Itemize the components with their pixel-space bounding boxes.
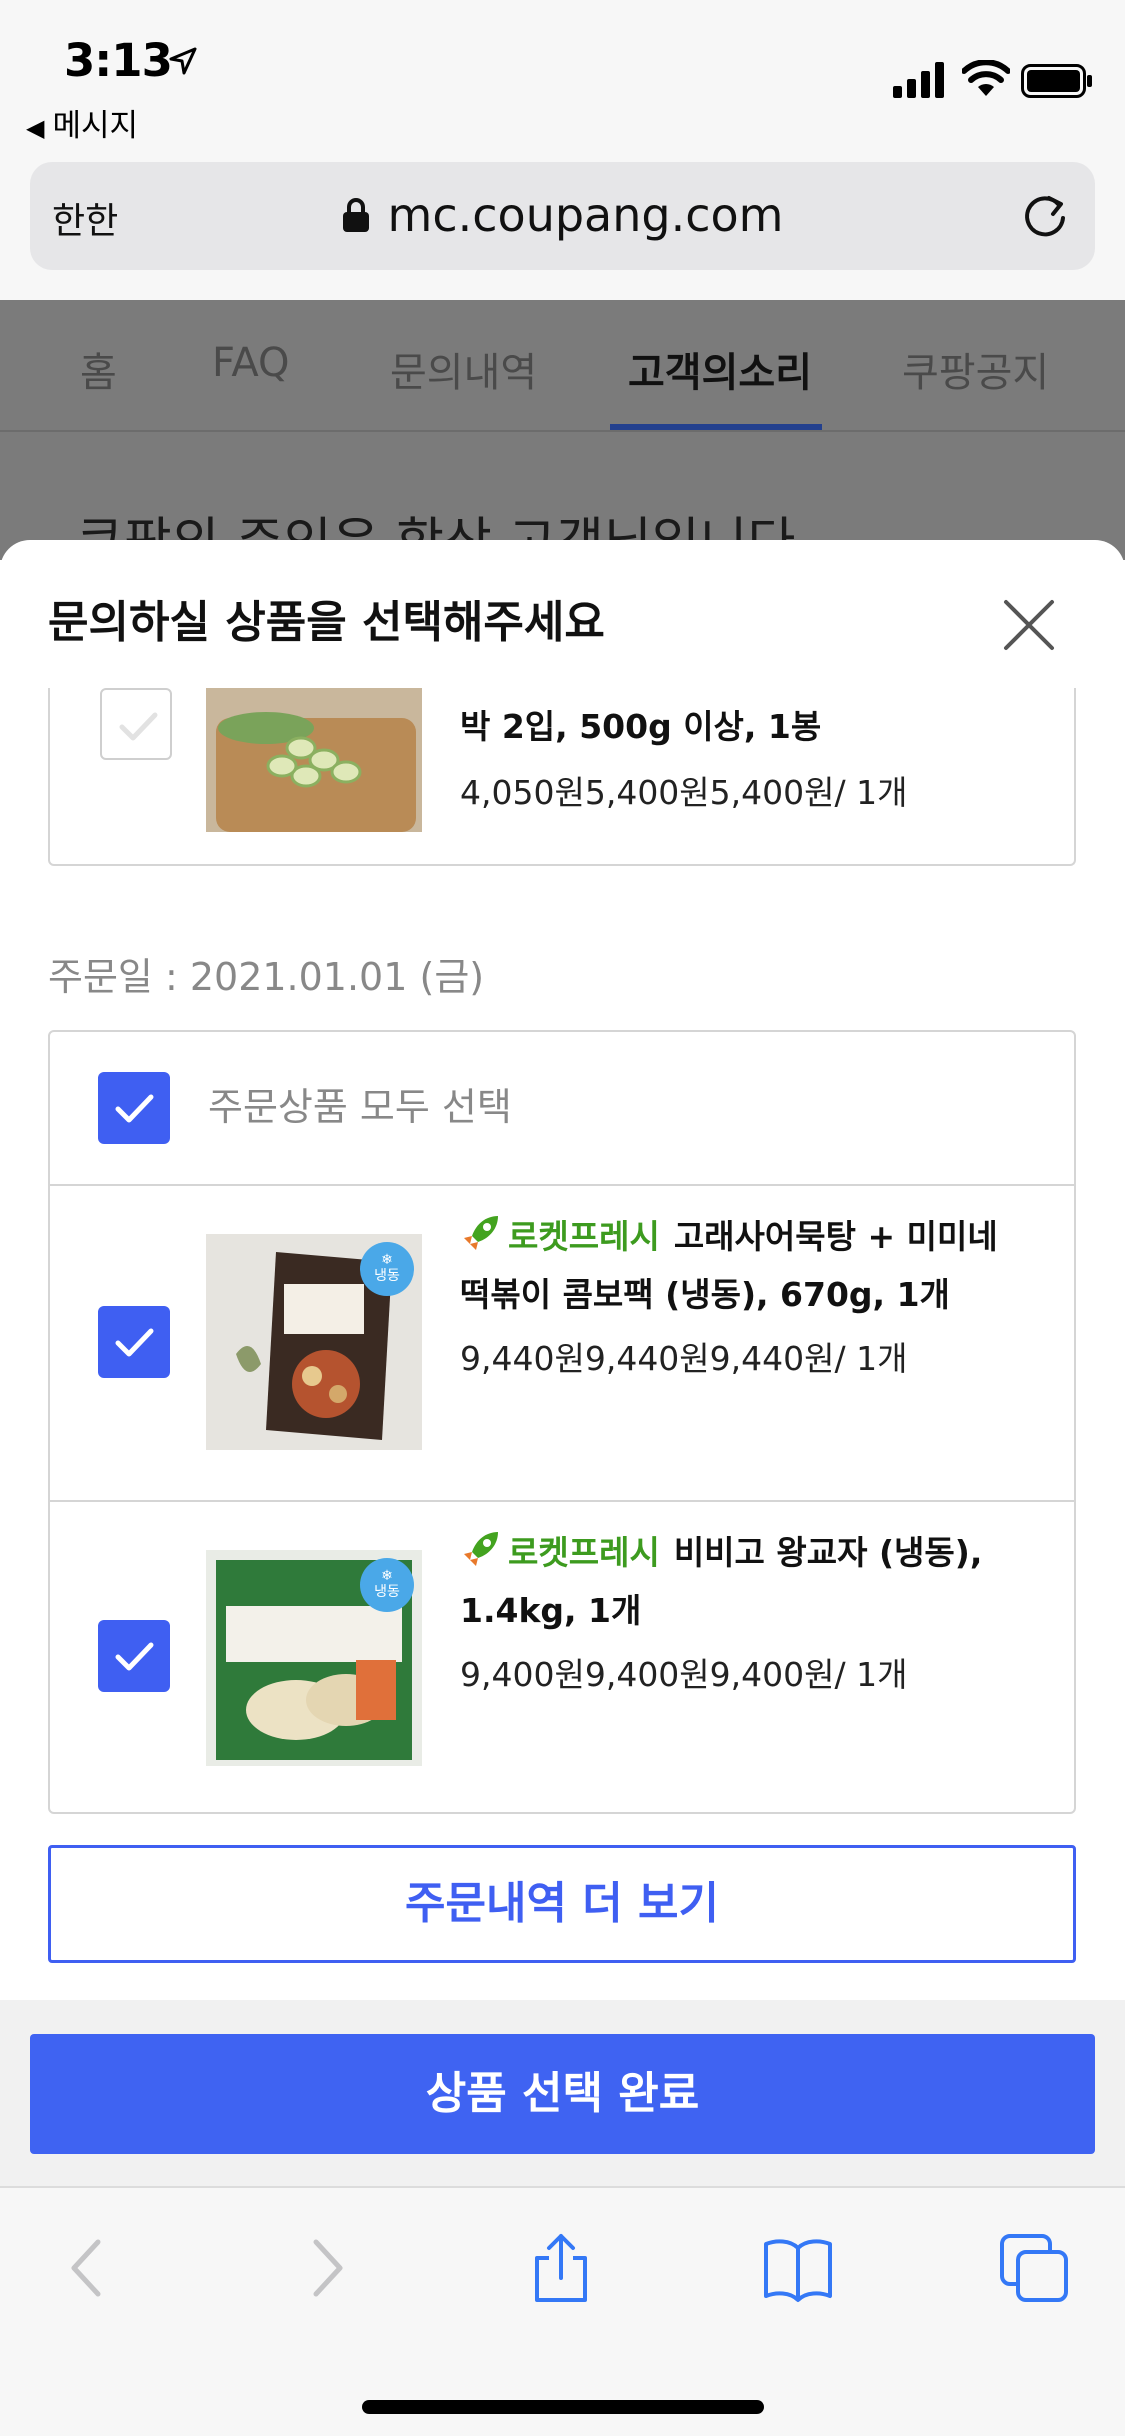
status-bar: 3:13 ◀ 메시지 — [0, 0, 1125, 150]
frozen-badge-label: 냉동 — [374, 1584, 400, 1600]
product-image-dumplings: ❄ 냉동 — [206, 1550, 422, 1766]
close-icon[interactable] — [1002, 598, 1056, 652]
list-item[interactable]: ❄ 냉동 로켓프레시 비비고 왕교자 (냉동), 1.4kg, 1개 9,400원9… — [50, 1502, 1074, 1816]
tab-faq[interactable]: FAQ — [212, 340, 289, 386]
lock-icon — [342, 198, 369, 232]
url-domain: mc.coupang.com — [387, 188, 784, 242]
frozen-badge: ❄ 냉동 — [360, 1558, 414, 1612]
snowflake-icon: ❄ — [381, 1252, 393, 1268]
frozen-badge-label: 냉동 — [374, 1268, 400, 1284]
reload-icon[interactable] — [1019, 190, 1071, 242]
address-bar[interactable]: 한한 mc.coupang.com — [30, 162, 1095, 270]
frozen-badge: ❄ 냉동 — [360, 1242, 414, 1296]
product-price: 9,440원9,440원9,440원/ 1개 — [460, 1339, 908, 1378]
select-all-label: 주문상품 모두 선택 — [208, 1085, 512, 1129]
tab-customer-voice[interactable]: 고객의소리 — [628, 340, 812, 398]
product-name-block: 로켓프레시 비비고 왕교자 (냉동), 1.4kg, 1개 — [460, 1524, 1034, 1640]
home-indicator — [362, 2400, 764, 2414]
select-all-checkbox[interactable] — [98, 1072, 170, 1144]
product-price: 9,400원9,400원9,400원/ 1개 — [460, 1655, 908, 1694]
rocket-icon — [464, 1216, 498, 1250]
forward-icon[interactable] — [290, 2232, 362, 2304]
back-triangle-icon: ◀ — [26, 114, 45, 142]
modal-title: 문의하실 상품을 선택해주세요 — [48, 597, 605, 648]
bookmarks-icon[interactable] — [762, 2232, 834, 2304]
back-app-label: 메시지 — [52, 108, 139, 144]
more-orders-button[interactable]: 주문내역 더 보기 — [48, 1845, 1076, 1963]
rocket-icon — [464, 1532, 498, 1566]
cellular-signal-icon — [893, 62, 944, 98]
address-bar-area: 한한 mc.coupang.com — [0, 150, 1125, 300]
location-arrow-icon — [169, 47, 197, 75]
rocket-fresh-label: 로켓프레시 — [508, 1217, 660, 1256]
item-checkbox[interactable] — [98, 1306, 170, 1378]
check-icon — [115, 1328, 154, 1357]
list-item[interactable]: ❄ 냉동 로켓프레시 고래사어묵탕 + 미미네 떡볶이 콤보팩 (냉동), 670g… — [50, 1186, 1074, 1500]
snowflake-icon: ❄ — [381, 1568, 393, 1584]
product-price: 4,050원5,400원5,400원/ 1개 — [460, 773, 908, 812]
tab-inquiries[interactable]: 문의내역 — [390, 340, 537, 398]
order-date: 주문일 : 2021.01.01 (금) — [48, 955, 485, 999]
check-icon — [115, 1094, 154, 1123]
back-to-app-link[interactable]: ◀ 메시지 — [26, 100, 138, 145]
share-icon[interactable] — [525, 2232, 597, 2304]
check-icon — [119, 712, 158, 741]
nav-tabs: 홈 FAQ 문의내역 고객의소리 쿠팡공지 — [0, 300, 1125, 432]
check-icon — [115, 1642, 154, 1671]
back-icon[interactable] — [52, 2232, 124, 2304]
product-name-block: 로켓프레시 고래사어묵탕 + 미미네 떡볶이 콤보팩 (냉동), 670g, 1개 — [460, 1208, 1034, 1324]
clock: 3:13 — [64, 34, 173, 87]
tab-home[interactable]: 홈 — [80, 340, 117, 398]
bottom-action-area: 상품 선택 완료 — [0, 2000, 1125, 2186]
background-page-overlay: 홈 FAQ 문의내역 고객의소리 쿠팡공지 쿠팡의 주인은 항상 고객님입니다 — [0, 300, 1125, 573]
select-all-row[interactable]: 주문상품 모두 선택 — [50, 1032, 1074, 1184]
tab-notices[interactable]: 쿠팡공지 — [902, 340, 1049, 398]
item-checkbox[interactable] — [98, 1620, 170, 1692]
complete-selection-button[interactable]: 상품 선택 완료 — [30, 2034, 1095, 2154]
url-display[interactable]: mc.coupang.com — [30, 188, 1095, 242]
tabs-icon[interactable] — [998, 2232, 1070, 2304]
browser-toolbar — [0, 2186, 1125, 2436]
rocket-fresh-label: 로켓프레시 — [508, 1533, 660, 1572]
item-checkbox[interactable] — [100, 688, 172, 760]
active-tab-indicator — [610, 424, 822, 430]
order-card: 주문상품 모두 선택 ❄ 냉동 로켓프레시 고래사어묵탕 + 미미네 떡볶이 콤… — [48, 1030, 1076, 1814]
product-image-zucchini — [206, 688, 422, 832]
wifi-icon — [962, 60, 1010, 96]
product-image-fishcake: ❄ 냉동 — [206, 1234, 422, 1450]
battery-icon — [1021, 64, 1092, 98]
product-select-modal: 문의하실 상품을 선택해주세요 박 2입, 500g 이상, 1봉 4,050원… — [0, 540, 1125, 2000]
product-name: 박 2입, 500g 이상, 1봉 — [460, 707, 822, 746]
previous-order-card: 박 2입, 500g 이상, 1봉 4,050원5,400원5,400원/ 1개 — [48, 688, 1076, 866]
